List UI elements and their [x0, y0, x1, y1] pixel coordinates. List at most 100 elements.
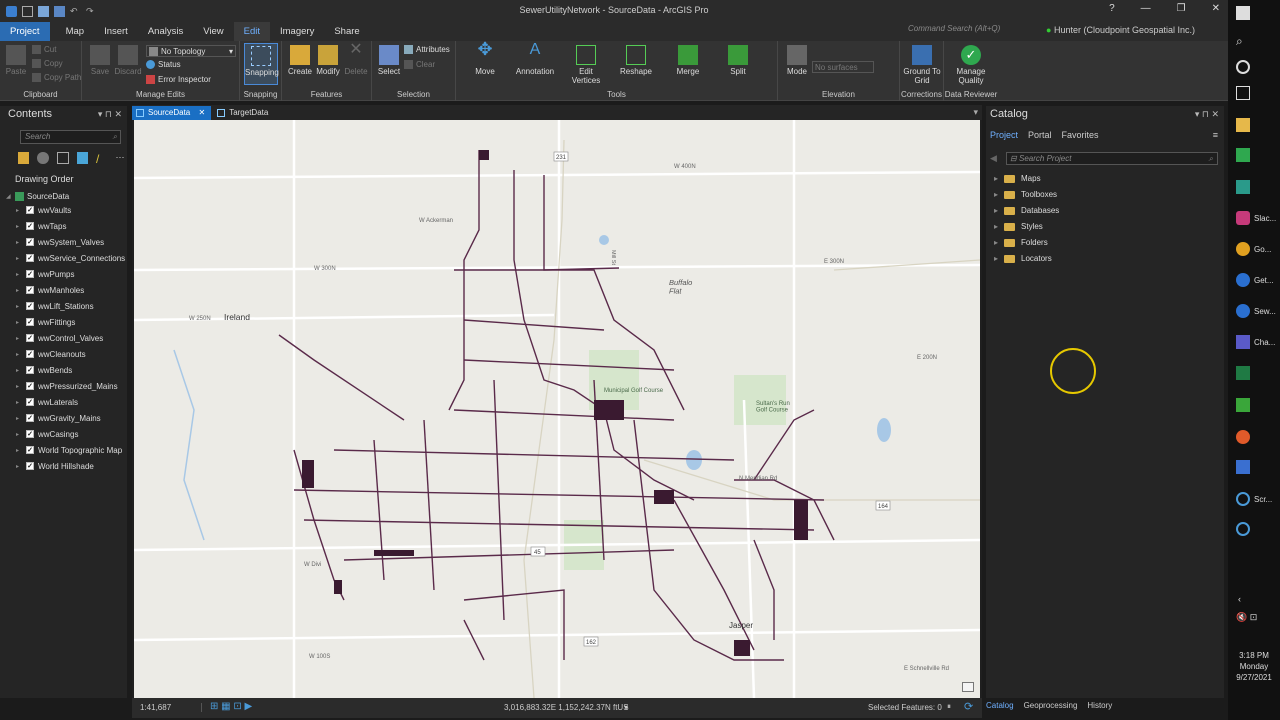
excel-icon[interactable] — [1236, 366, 1250, 380]
teams-chat-icon[interactable] — [1236, 148, 1250, 162]
app-green-icon[interactable] — [1236, 180, 1250, 194]
taskbar-chat-label[interactable]: Cha... — [1254, 338, 1275, 347]
create-button[interactable]: Create — [286, 45, 314, 76]
expand-icon[interactable]: ▸ — [994, 238, 998, 247]
minimize-button[interactable]: — — [1141, 3, 1151, 14]
expand-icon[interactable]: ▸ — [16, 207, 22, 214]
contents-search-input[interactable]: Search ⌕ — [20, 130, 121, 144]
tab-map[interactable]: Map — [56, 22, 94, 41]
visibility-checkbox[interactable]: ✓ — [26, 206, 34, 214]
taskbar-scr-label[interactable]: Scr... — [1254, 495, 1272, 504]
mode-button[interactable]: Mode — [782, 45, 812, 76]
split-button[interactable]: Split — [718, 45, 758, 76]
windows-start-icon[interactable] — [1236, 6, 1250, 20]
pause-drawing-icon[interactable]: ⏸ — [947, 702, 951, 712]
layer-item[interactable]: ▸ ✓ wwVaults — [0, 202, 127, 218]
recorder-icon[interactable] — [1236, 522, 1250, 536]
expand-icon[interactable]: ▸ — [994, 254, 998, 263]
expand-icon[interactable]: ▸ — [16, 463, 22, 470]
status-button[interactable]: Status — [146, 60, 181, 69]
list-by-selection-icon[interactable] — [56, 152, 69, 164]
arcgis-pro-icon[interactable] — [1236, 304, 1250, 318]
edit-vertices-button[interactable]: Edit Vertices — [566, 45, 606, 85]
cut-button[interactable]: Cut — [32, 45, 56, 54]
tab-edit[interactable]: Edit — [233, 22, 270, 41]
map-overview-icon[interactable] — [962, 682, 974, 692]
arcgis-icon[interactable] — [1236, 273, 1250, 287]
tab-view[interactable]: View — [193, 22, 233, 41]
catalog-pane-controls[interactable]: ▾ ⊓ ✕ — [1195, 106, 1219, 122]
catalog-item-databases[interactable]: ▸ Databases — [994, 206, 1059, 215]
visibility-checkbox[interactable]: ✓ — [26, 318, 34, 326]
tab-source-data[interactable]: SourceData ✕ — [132, 105, 212, 120]
paste-button[interactable]: Paste — [4, 45, 28, 76]
file-explorer-icon[interactable] — [1236, 118, 1250, 132]
expand-icon[interactable]: ▸ — [16, 415, 22, 422]
catalog-item-styles[interactable]: ▸ Styles — [994, 222, 1043, 231]
more-options-icon[interactable]: ⋯ — [116, 152, 127, 164]
visibility-checkbox[interactable]: ✓ — [26, 222, 34, 230]
list-by-snapping-icon[interactable]: / — [96, 152, 107, 166]
layer-item[interactable]: ▸ ✓ World Topographic Map — [0, 442, 127, 458]
layer-item[interactable]: ▸ ✓ World Hillshade — [0, 458, 127, 474]
orange-app-icon[interactable] — [1236, 430, 1250, 444]
selected-features[interactable]: Selected Features: 0 — [868, 703, 942, 712]
catalog-item-maps[interactable]: ▸ Maps — [994, 174, 1041, 183]
list-by-drawing-order-icon[interactable] — [18, 152, 30, 164]
expand-icon[interactable]: ▸ — [994, 174, 998, 183]
expand-icon[interactable]: ▸ — [16, 383, 22, 390]
tab-imagery[interactable]: Imagery — [270, 22, 324, 41]
pane-controls[interactable]: ▾ ⊓ ✕ — [98, 106, 122, 122]
user-account[interactable]: ● Hunter (Cloudpoint Geospatial Inc.) — [1046, 25, 1195, 35]
copy-path-button[interactable]: Copy Path — [32, 73, 81, 82]
visibility-checkbox[interactable]: ✓ — [26, 286, 34, 294]
layer-item[interactable]: ▸ ✓ wwTaps — [0, 218, 127, 234]
collapse-icon[interactable]: ◢ — [6, 193, 12, 200]
error-inspector-button[interactable]: Error Inspector — [146, 75, 211, 84]
visibility-checkbox[interactable]: ✓ — [26, 366, 34, 374]
taskbar-get-label[interactable]: Get... — [1254, 276, 1274, 285]
visibility-checkbox[interactable]: ✓ — [26, 334, 34, 342]
expand-icon[interactable]: ▸ — [16, 399, 22, 406]
notepad-icon[interactable] — [1236, 398, 1250, 412]
visibility-checkbox[interactable]: ✓ — [26, 382, 34, 390]
expand-icon[interactable]: ▸ — [16, 367, 22, 374]
layer-item[interactable]: ▸ ✓ wwLift_Stations — [0, 298, 127, 314]
layer-item[interactable]: ▸ ✓ wwService_Connections — [0, 250, 127, 266]
visibility-checkbox[interactable]: ✓ — [26, 350, 34, 358]
list-by-editing-icon[interactable] — [76, 152, 89, 164]
tab-project[interactable]: Project — [0, 22, 50, 41]
catalog-item-toolboxes[interactable]: ▸ Toolboxes — [994, 190, 1057, 199]
expand-icon[interactable]: ▸ — [16, 431, 22, 438]
surface-select[interactable]: No surfaces — [812, 61, 874, 73]
delete-button[interactable]: ✕ Delete — [342, 42, 370, 77]
catalog-menu-icon[interactable]: ≡ — [1213, 130, 1224, 140]
move-button[interactable]: ✥ Move — [468, 40, 502, 76]
screen-recorder-icon[interactable] — [1236, 492, 1250, 506]
expand-icon[interactable]: ▸ — [16, 303, 22, 310]
layer-item[interactable]: ▸ ✓ wwPressurized_Mains — [0, 378, 127, 394]
expand-icon[interactable]: ▸ — [16, 335, 22, 342]
manage-quality-button[interactable]: ✓ Manage Quality — [948, 45, 994, 85]
nav-tools[interactable]: ⊞ ▦ ⊡ ▶ — [210, 701, 252, 712]
annotation-button[interactable]: A Annotation — [512, 42, 558, 77]
taskbar-slack-label[interactable]: Slac... — [1254, 214, 1276, 223]
taskbar-sewer-label[interactable]: Sew... — [1254, 307, 1276, 316]
layer-item[interactable]: ▸ ✓ wwCleanouts — [0, 346, 127, 362]
attributes-button[interactable]: Attributes — [404, 45, 450, 54]
snip-tool-icon[interactable] — [1236, 460, 1250, 474]
scale-input[interactable]: 1:41,687 — [140, 703, 202, 712]
close-tab-icon[interactable]: ✕ — [198, 108, 205, 117]
layer-item[interactable]: ▸ ✓ wwSystem_Valves — [0, 234, 127, 250]
tab-catalog-project[interactable]: Project — [990, 130, 1018, 140]
layer-item[interactable]: ▸ ✓ wwGravity_Mains — [0, 410, 127, 426]
visibility-checkbox[interactable]: ✓ — [26, 430, 34, 438]
layer-item[interactable]: ▸ ✓ wwManholes — [0, 282, 127, 298]
list-by-source-icon[interactable] — [37, 152, 49, 164]
taskbar-clock[interactable]: 3:18 PM Monday 9/27/2021 — [1228, 650, 1280, 683]
discard-button[interactable]: Discard — [114, 45, 142, 76]
help-icon[interactable]: ? — [1109, 3, 1115, 14]
clear-button[interactable]: Clear — [404, 60, 435, 69]
tray-icons[interactable]: 🔇 ⊡ — [1236, 612, 1257, 623]
ground-to-grid-button[interactable]: Ground To Grid — [902, 45, 942, 85]
